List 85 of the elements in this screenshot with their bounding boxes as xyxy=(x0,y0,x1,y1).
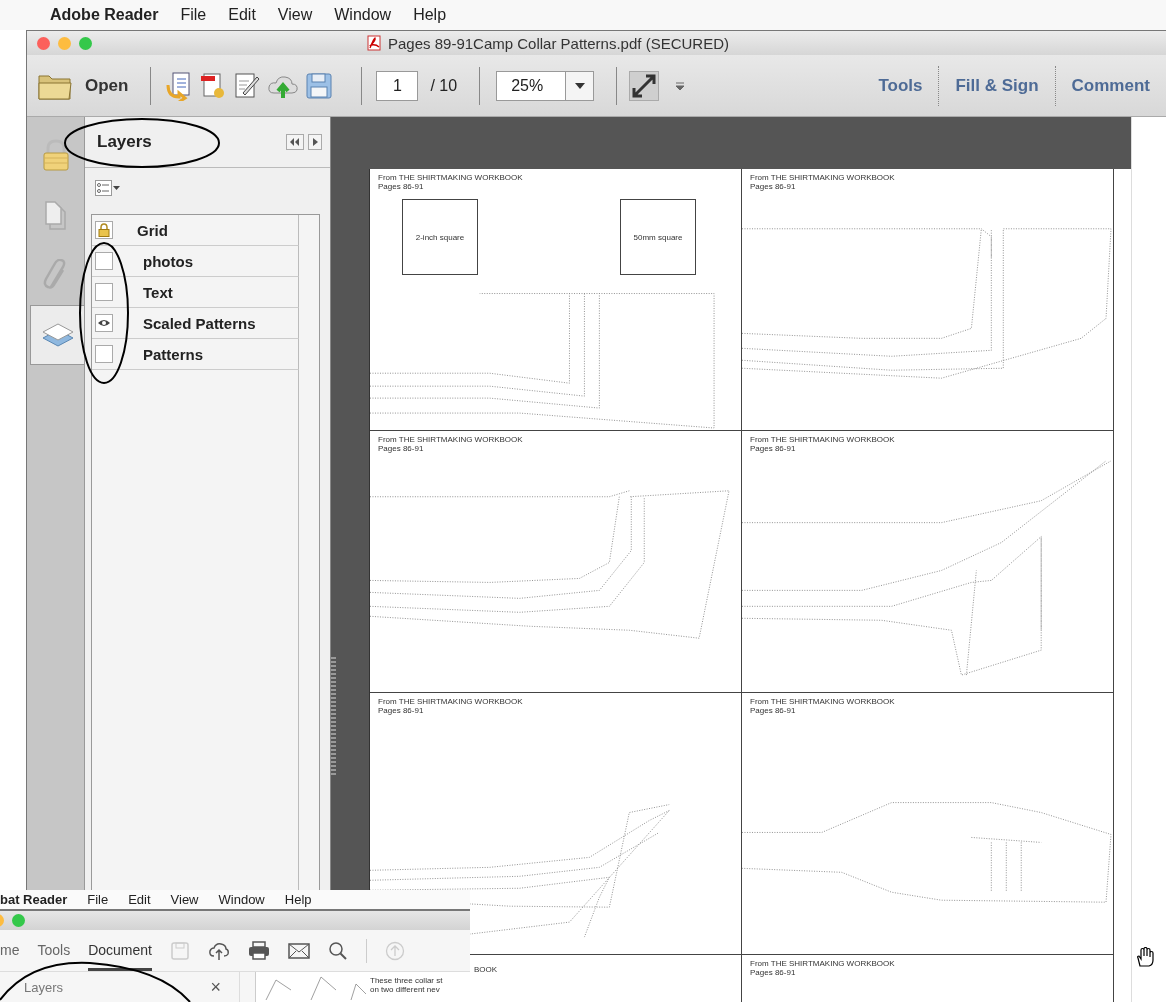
page-header-text: From THE SHIRTMAKING WORKBOOK xyxy=(750,959,895,968)
toolbar-tab[interactable]: Tools xyxy=(37,930,71,971)
page-header-text: Pages 86-91 xyxy=(750,182,797,191)
zoom-field[interactable]: 25% xyxy=(496,70,567,101)
zoom-button[interactable] xyxy=(12,914,25,928)
up-arrow-circle-icon[interactable] xyxy=(384,940,405,961)
menu-item[interactable]: Window xyxy=(334,6,392,24)
sidebar-tab[interactable] xyxy=(30,305,84,365)
document-edit-icon[interactable] xyxy=(233,70,262,101)
layer-row[interactable]: Patterns xyxy=(92,339,299,370)
layer-name: Grid xyxy=(137,221,168,239)
menu-item[interactable]: File xyxy=(87,892,109,908)
pdf-file-icon xyxy=(367,35,382,51)
page-header-text: From THE SHIRTMAKING WORKBOOK xyxy=(378,697,523,706)
window-title: Pages 89-91Camp Collar Patterns.pdf (SECURED) xyxy=(388,34,729,52)
full-screen-icon[interactable] xyxy=(629,70,660,101)
visibility-toggle[interactable] xyxy=(95,314,113,332)
scale-square: 50mm square xyxy=(620,199,696,275)
layer-row[interactable]: Grid xyxy=(92,215,299,246)
search-icon[interactable] xyxy=(327,940,348,961)
layer-name: Scaled Patterns xyxy=(143,314,256,332)
print-icon[interactable] xyxy=(247,940,270,961)
app-menu[interactable]: bat Reader xyxy=(0,892,68,908)
menu-item[interactable]: Edit xyxy=(128,892,151,908)
page-header-text: Pages 86-91 xyxy=(750,968,797,977)
page-number-field[interactable]: 1 xyxy=(376,70,419,101)
page-header-text: From THE SHIRTMAKING WORKBOOK xyxy=(750,697,895,706)
eye-icon xyxy=(98,319,110,327)
thumbnail-text: on two different nev xyxy=(370,985,441,994)
toolbar-link[interactable]: Tools xyxy=(862,75,939,96)
options-menu-icon[interactable] xyxy=(95,180,121,196)
visibility-toggle[interactable] xyxy=(95,283,113,301)
toolbar-tab[interactable]: me xyxy=(0,930,20,971)
menu-item[interactable]: Help xyxy=(413,6,447,24)
visibility-toggle[interactable] xyxy=(95,345,113,363)
save-icon[interactable] xyxy=(305,70,334,101)
zoom-dropdown-button[interactable] xyxy=(566,70,595,101)
page-header-text: From THE SHIRTMAKING WORKBOOK xyxy=(750,173,895,182)
menu-item[interactable]: Edit xyxy=(228,6,256,24)
page-header-text: Pages 86-91 xyxy=(750,706,797,715)
visibility-toggle[interactable] xyxy=(95,252,113,270)
page-header-text: From THE SHIRTMAKING WORKBOOK xyxy=(378,435,523,444)
scale-square: 2-inch square xyxy=(402,199,478,275)
menu-item[interactable]: Window xyxy=(218,892,265,908)
page-header-text: Pages 86-91 xyxy=(750,444,797,453)
layer-row[interactable]: photos xyxy=(92,246,299,277)
cloud-upload-icon[interactable] xyxy=(207,940,230,961)
close-button[interactable] xyxy=(37,36,50,50)
overflow-icon[interactable] xyxy=(675,80,686,91)
layer-name: Text xyxy=(143,283,173,301)
page-header-text: From THE SHIRTMAKING WORKBOOK xyxy=(750,435,895,444)
mail-icon[interactable] xyxy=(287,941,310,960)
close-button[interactable]: × xyxy=(210,976,221,998)
layer-row[interactable]: Text xyxy=(92,277,299,308)
toolbar-link[interactable]: Fill & Sign xyxy=(939,75,1055,96)
menu-item[interactable]: View xyxy=(277,6,313,24)
page-total: / 10 xyxy=(430,76,458,95)
hand-cursor-icon xyxy=(1136,947,1154,967)
pages-icon xyxy=(42,200,69,230)
lock-icon xyxy=(95,221,113,239)
layer-name: photos xyxy=(143,252,193,270)
expand-panel-icon[interactable] xyxy=(308,134,322,150)
thumbnail-text: These three collar st xyxy=(370,976,443,985)
toolbar-link[interactable]: Comment xyxy=(1055,75,1166,96)
page-header-text: Pages 86-91 xyxy=(378,182,425,191)
padlock-icon xyxy=(40,139,71,171)
menu-item[interactable]: Help xyxy=(284,892,312,908)
save-icon[interactable] xyxy=(169,940,190,961)
panel-title: Layers xyxy=(97,132,152,152)
toolbar-tab[interactable]: Document xyxy=(88,930,152,971)
page-header-text: From THE SHIRTMAKING WORKBOOK xyxy=(378,173,523,182)
page-header-text: Pages 86-91 xyxy=(378,706,425,715)
zoom-button[interactable] xyxy=(79,36,92,50)
layer-name: Patterns xyxy=(143,345,204,363)
collapse-panel-icon[interactable] xyxy=(286,134,304,150)
caret-icon xyxy=(574,82,585,89)
menu-item[interactable]: File xyxy=(180,6,207,24)
panel-title: Layers xyxy=(24,979,64,995)
app-menu[interactable]: Adobe Reader xyxy=(50,6,159,24)
menu-item[interactable]: View xyxy=(170,892,199,908)
open-button[interactable]: Open xyxy=(37,70,129,101)
page-header-text: Pages 86-91 xyxy=(378,444,425,453)
layer-row[interactable]: Scaled Patterns xyxy=(92,308,299,339)
page-header-text: BOOK xyxy=(474,965,498,974)
resize-grip[interactable] xyxy=(331,657,336,777)
